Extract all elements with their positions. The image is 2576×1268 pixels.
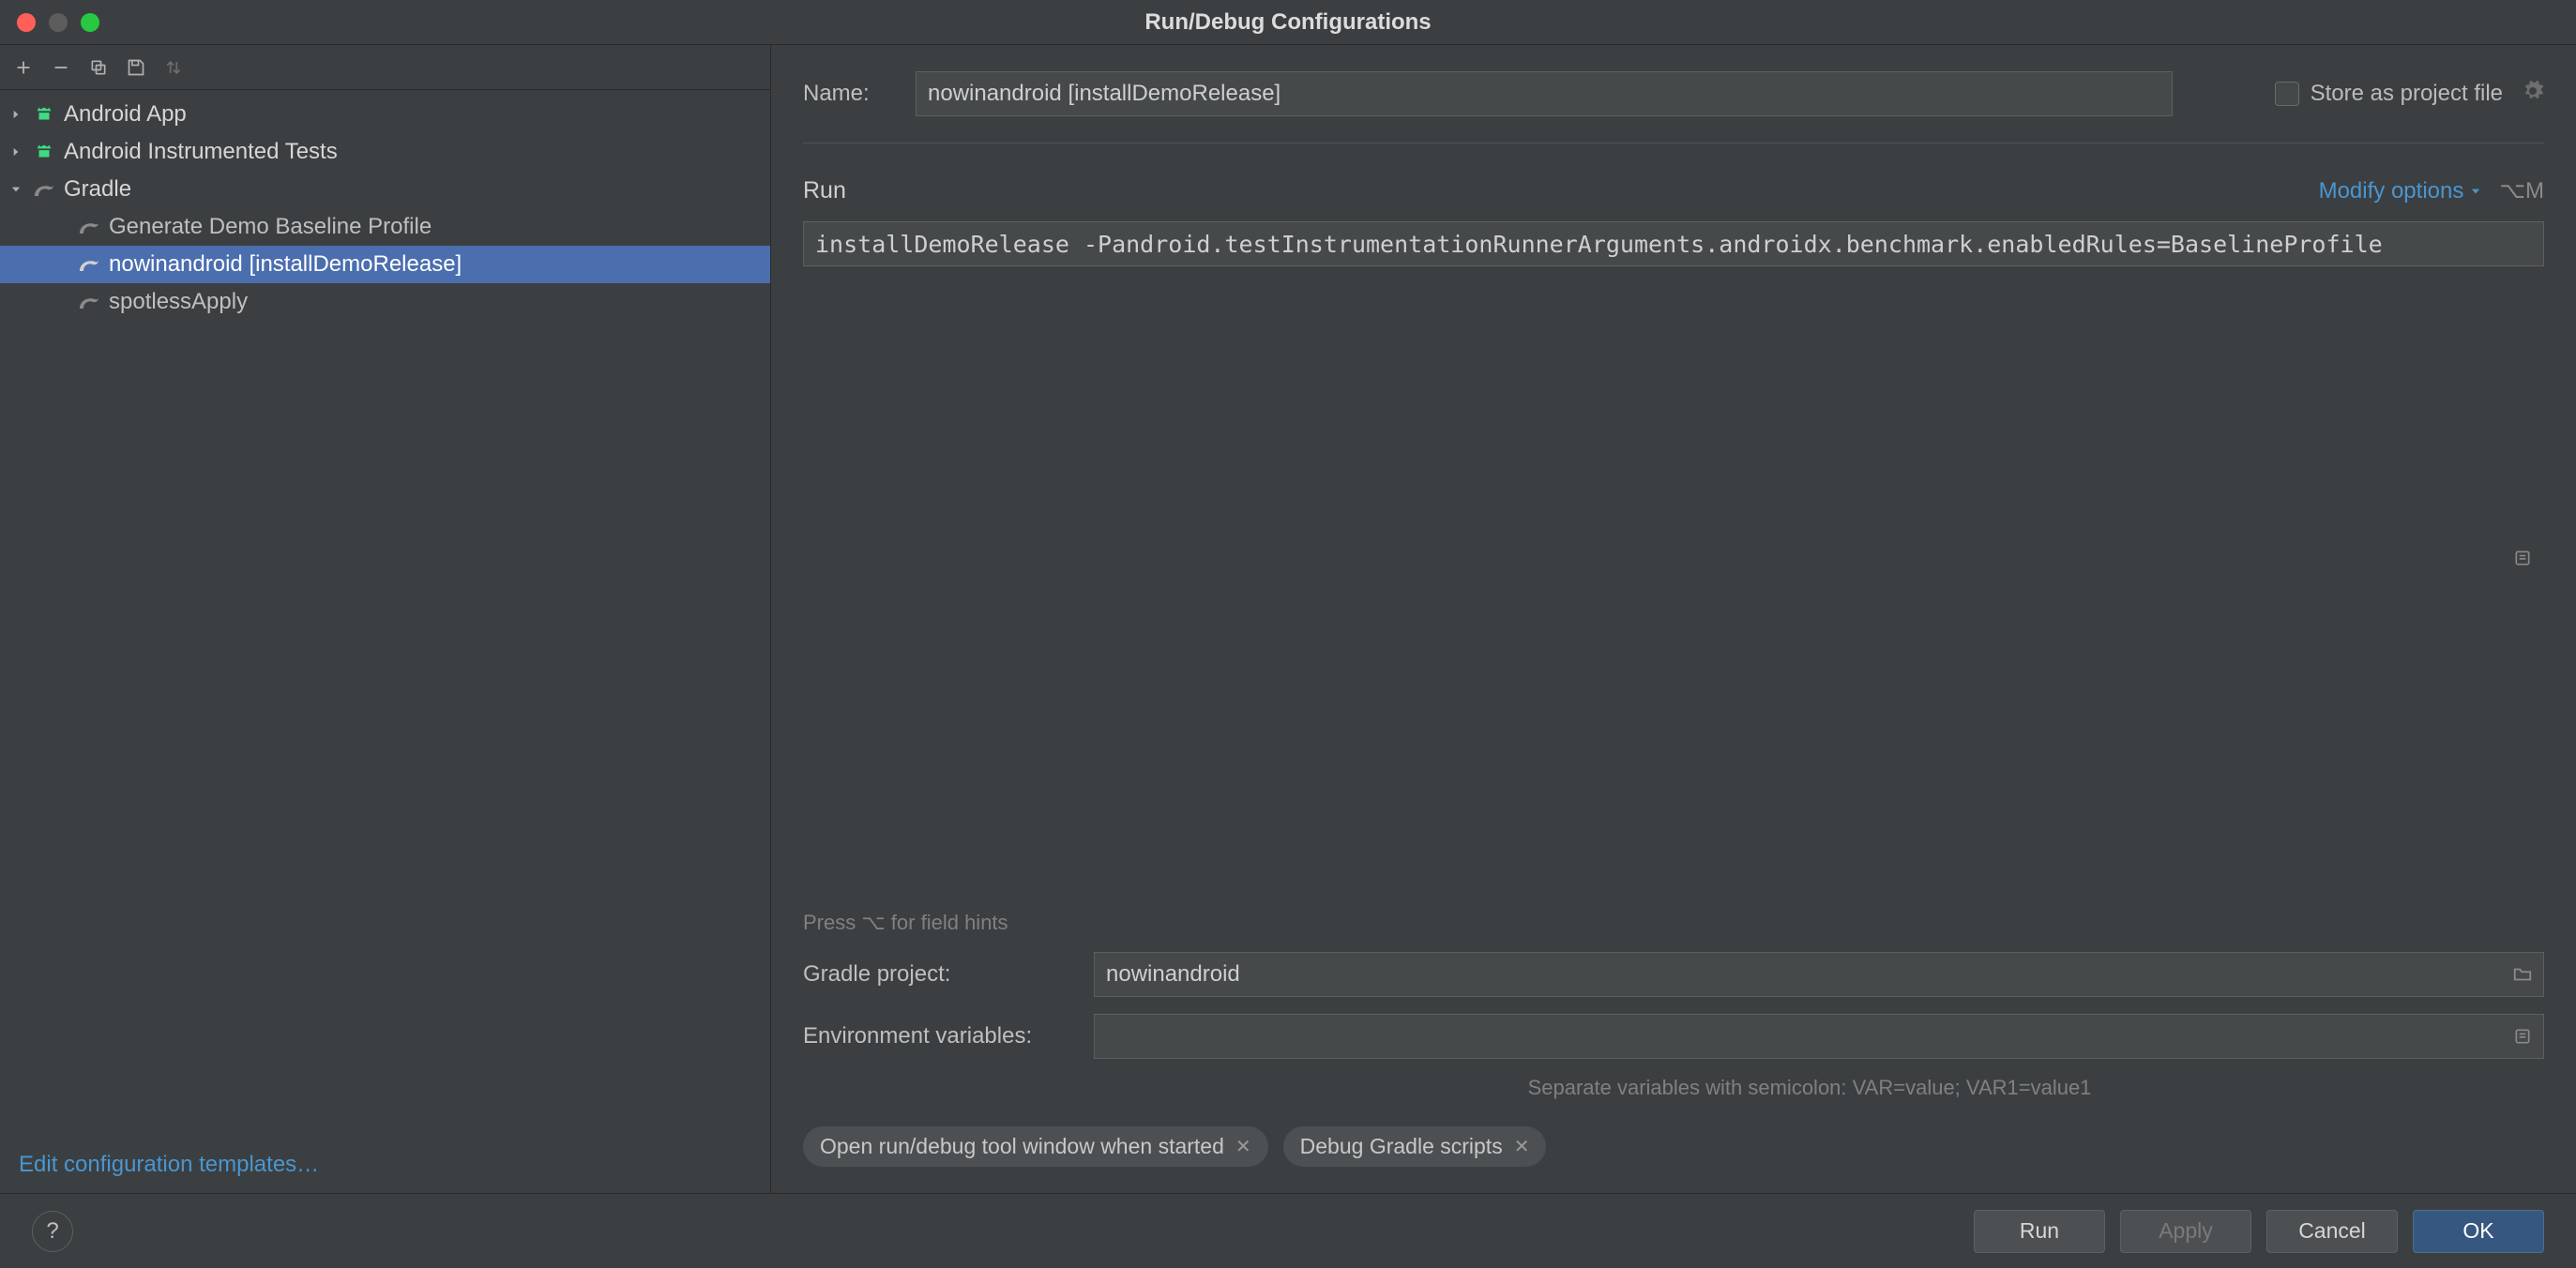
footer: ? Run Apply Cancel OK [0, 1193, 2576, 1268]
sort-configurations-button[interactable] [159, 53, 188, 82]
cancel-button[interactable]: Cancel [2266, 1210, 2398, 1253]
help-button[interactable]: ? [32, 1211, 73, 1252]
tree-label: Android App [64, 101, 187, 128]
chevron-down-icon [2469, 185, 2482, 198]
expand-field-icon[interactable] [2510, 546, 2535, 570]
gradle-task-icon [77, 252, 101, 277]
store-as-project-file-label: Store as project file [2311, 81, 2503, 107]
gradle-task-icon [77, 215, 101, 239]
window-title: Run/Debug Configurations [1144, 9, 1431, 36]
gradle-task-icon [77, 290, 101, 314]
command-input-wrapper [803, 221, 2544, 894]
chevron-right-icon [8, 106, 24, 123]
tree-item-generate-demo-baseline-profile[interactable]: Generate Demo Baseline Profile [0, 208, 770, 246]
gradle-project-row: Gradle project: [803, 952, 2544, 997]
tree-item-android-app[interactable]: Android App [0, 96, 770, 133]
window-close-button[interactable] [17, 13, 36, 32]
env-vars-row: Environment variables: [803, 1014, 2544, 1059]
expand-field-icon[interactable] [2510, 1024, 2535, 1049]
options-chip-row: Open run/debug tool window when started … [803, 1126, 2544, 1167]
close-icon[interactable]: ✕ [1514, 1135, 1530, 1158]
window-minimize-button[interactable] [49, 13, 68, 32]
configuration-tree: Android App Android Instrumented Tests G [0, 90, 770, 1137]
window-zoom-button[interactable] [81, 13, 99, 32]
tree-label: nowinandroid [installDemoRelease] [109, 251, 462, 278]
env-vars-hint: Separate variables with semicolon: VAR=v… [803, 1076, 2544, 1100]
store-as-project-file-checkbox[interactable] [2275, 82, 2299, 106]
modify-options-label: Modify options [2319, 178, 2464, 204]
apply-button[interactable]: Apply [2120, 1210, 2251, 1253]
edit-configuration-templates-link[interactable]: Edit configuration templates… [0, 1137, 770, 1193]
name-row: Name: Store as project file [803, 71, 2544, 116]
gradle-project-input-wrapper [1094, 952, 2544, 997]
add-configuration-button[interactable] [9, 53, 38, 82]
copy-configuration-button[interactable] [84, 53, 113, 82]
gradle-project-input[interactable] [1094, 952, 2544, 997]
run-button[interactable]: Run [1974, 1210, 2105, 1253]
env-vars-input-wrapper [1094, 1014, 2544, 1059]
tree-label: spotlessApply [109, 289, 248, 315]
android-test-icon [32, 140, 56, 164]
chip-debug-gradle-scripts[interactable]: Debug Gradle scripts ✕ [1283, 1126, 1547, 1167]
env-vars-input[interactable] [1094, 1014, 2544, 1059]
chip-label: Open run/debug tool window when started [820, 1134, 1224, 1159]
main-panel: Name: Store as project file Run Modify o… [771, 45, 2576, 1193]
chip-open-tool-window[interactable]: Open run/debug tool window when started … [803, 1126, 1268, 1167]
name-input[interactable] [916, 71, 2173, 116]
sidebar: Android App Android Instrumented Tests G [0, 45, 771, 1193]
tree-item-gradle[interactable]: Gradle [0, 171, 770, 208]
run-command-input[interactable] [803, 221, 2544, 266]
tree-item-spotlessapply[interactable]: spotlessApply [0, 283, 770, 321]
android-icon [32, 102, 56, 127]
gradle-icon [32, 177, 56, 202]
field-hints-label: Press ⌥ for field hints [803, 911, 2544, 935]
sidebar-toolbar [0, 45, 770, 90]
tree-item-nowinandroid-installdemorelease[interactable]: nowinandroid [installDemoRelease] [0, 246, 770, 283]
ok-button[interactable]: OK [2413, 1210, 2544, 1253]
browse-folder-icon[interactable] [2510, 962, 2535, 987]
name-label: Name: [803, 81, 897, 107]
tree-label: Gradle [64, 176, 131, 203]
chevron-right-icon [8, 143, 24, 160]
run-section-header: Run Modify options ⌥M [803, 177, 2544, 204]
tree-label: Android Instrumented Tests [64, 139, 338, 165]
store-as-project-file-row: Store as project file [2275, 80, 2544, 109]
traffic-lights [17, 13, 99, 32]
gear-icon[interactable] [2522, 80, 2544, 109]
close-icon[interactable]: ✕ [1235, 1135, 1251, 1158]
gradle-project-label: Gradle project: [803, 961, 1075, 988]
tree-item-android-instrumented-tests[interactable]: Android Instrumented Tests [0, 133, 770, 171]
env-vars-label: Environment variables: [803, 1023, 1075, 1049]
tree-label: Generate Demo Baseline Profile [109, 214, 432, 240]
chip-label: Debug Gradle scripts [1300, 1134, 1503, 1159]
modify-options-shortcut: ⌥M [2499, 177, 2544, 204]
run-section-title: Run [803, 177, 846, 204]
chevron-down-icon [8, 181, 24, 198]
titlebar: Run/Debug Configurations [0, 0, 2576, 45]
remove-configuration-button[interactable] [47, 53, 75, 82]
modify-options-link[interactable]: Modify options [2319, 178, 2483, 204]
save-configuration-button[interactable] [122, 53, 150, 82]
